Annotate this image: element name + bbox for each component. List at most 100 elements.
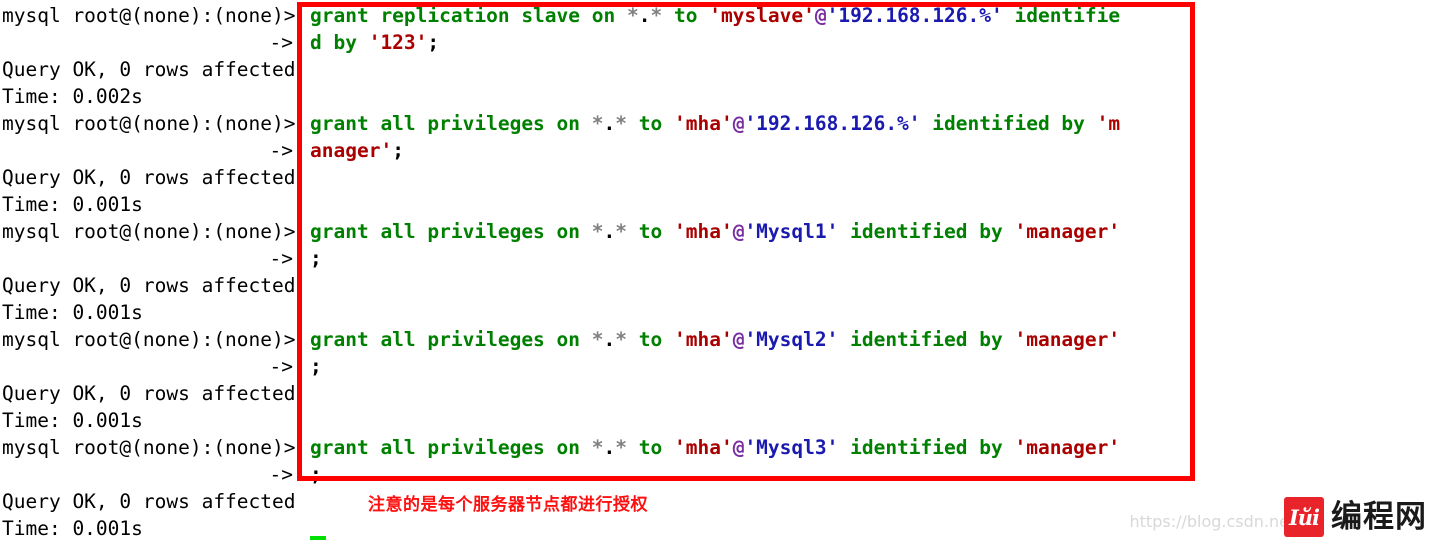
sql-token: 'm bbox=[1096, 112, 1121, 135]
sql-command-grant-all-mha-mysql1[interactable]: grant all privileges on *.* to 'mha'@'My… bbox=[310, 218, 1120, 245]
sql-command-grant-all-mha-mysql2[interactable]: grant all privileges on *.* to 'mha'@'My… bbox=[310, 326, 1120, 353]
terminal-cursor bbox=[310, 536, 326, 540]
sql-token: identified by bbox=[838, 328, 1015, 351]
continuation-prompt: -> bbox=[269, 355, 293, 378]
mysql-prompt: mysql root@(none):(none)> bbox=[2, 4, 296, 27]
sql-command-grant-replication-slave[interactable]: d by '123'; bbox=[310, 29, 439, 56]
sql-token: . bbox=[638, 4, 651, 27]
terminal-output: Time: 0.001s bbox=[2, 517, 143, 540]
terminal-output: Time: 0.001s bbox=[2, 409, 143, 432]
sql-token: . bbox=[603, 328, 616, 351]
terminal-line: Time: 0.001s bbox=[0, 299, 1437, 326]
sql-token: 'myslave' bbox=[709, 4, 815, 27]
terminal-line: Query OK, 0 rows affected bbox=[0, 380, 1437, 407]
sql-command-grant-all-mha-mysql1[interactable]: ; bbox=[310, 245, 322, 272]
sql-token: to bbox=[627, 328, 674, 351]
sql-token: 'Mysql1' bbox=[744, 220, 839, 243]
continuation-prompt: -> bbox=[269, 247, 293, 270]
sql-token: ; bbox=[427, 31, 440, 54]
sql-token: to bbox=[662, 4, 710, 27]
sql-command-grant-all-mha-mysql2[interactable]: ; bbox=[310, 353, 322, 380]
terminal-line: Time: 0.001s bbox=[0, 407, 1437, 434]
sql-token: to bbox=[627, 436, 674, 459]
sql-token: * bbox=[615, 112, 628, 135]
sql-token: grant replication slave on bbox=[310, 4, 627, 27]
sql-token: 'manager' bbox=[1014, 328, 1121, 351]
sql-token: * bbox=[615, 328, 628, 351]
annotation-note: 注意的是每个服务器节点都进行授权 bbox=[368, 495, 648, 515]
terminal-line: -> d by '123'; bbox=[0, 29, 1437, 56]
terminal-window: mysql root@(none):(none)> grant replicati… bbox=[0, 0, 1437, 545]
sql-token: 'manager' bbox=[1014, 436, 1121, 459]
sql-token: 'mha' bbox=[673, 436, 733, 459]
terminal-output: Query OK, 0 rows affected bbox=[2, 274, 296, 297]
sql-token: . bbox=[603, 112, 616, 135]
sql-token: to bbox=[627, 220, 674, 243]
sql-token: grant all privileges on bbox=[310, 112, 592, 135]
sql-token: identifie bbox=[1002, 4, 1121, 27]
sql-token: anager' bbox=[310, 139, 393, 162]
sql-token: ; bbox=[310, 355, 322, 378]
terminal-line: Time: 0.001s bbox=[0, 191, 1437, 218]
mysql-prompt: mysql root@(none):(none)> bbox=[2, 220, 296, 243]
sql-command-grant-all-mha-mysql3[interactable]: grant all privileges on *.* to 'mha'@'My… bbox=[310, 434, 1120, 461]
terminal-line: mysql root@(none):(none)> grant all privi… bbox=[0, 218, 1437, 245]
terminal-line: Query OK, 0 rows affected bbox=[0, 272, 1437, 299]
continuation-prompt: -> bbox=[269, 31, 293, 54]
sql-token: identified by bbox=[838, 436, 1015, 459]
sql-command-grant-all-mha-subnet[interactable]: anager'; bbox=[310, 137, 404, 164]
sql-token: * bbox=[591, 112, 604, 135]
sql-command-grant-all-mha-mysql3[interactable]: ; bbox=[310, 461, 322, 488]
sql-token: ; bbox=[310, 247, 322, 270]
sql-token: 'Mysql2' bbox=[744, 328, 839, 351]
sql-token: * bbox=[626, 4, 639, 27]
sql-token: 'Mysql3' bbox=[744, 436, 839, 459]
terminal-line: mysql root@(none):(none)> grant all privi… bbox=[0, 326, 1437, 353]
sql-command-grant-replication-slave[interactable]: grant replication slave on *.* to 'mysla… bbox=[310, 2, 1120, 29]
sql-token: @ bbox=[732, 220, 745, 243]
brand-logo-icon: Iйi bbox=[1284, 497, 1324, 537]
sql-token: 'mha' bbox=[673, 328, 733, 351]
terminal-line: Query OK, 0 rows affected bbox=[0, 56, 1437, 83]
sql-token: @ bbox=[814, 4, 827, 27]
terminal-line: Time: 0.002s bbox=[0, 83, 1437, 110]
mysql-prompt: mysql root@(none):(none)> bbox=[2, 328, 296, 351]
sql-token: . bbox=[603, 220, 616, 243]
mysql-prompt: mysql root@(none):(none)> bbox=[2, 436, 296, 459]
terminal-output: Query OK, 0 rows affected bbox=[2, 166, 296, 189]
terminal-line: ->; bbox=[0, 245, 1437, 272]
sql-token: * bbox=[615, 436, 628, 459]
mysql-prompt: mysql root@(none):(none)> bbox=[2, 112, 296, 135]
sql-command-grant-all-mha-subnet[interactable]: grant all privileges on *.* to 'mha'@'19… bbox=[310, 110, 1120, 137]
terminal-line: ->; bbox=[0, 353, 1437, 380]
sql-token: '123' bbox=[368, 31, 428, 54]
sql-token: 'mha' bbox=[673, 220, 733, 243]
terminal-line: -> anager'; bbox=[0, 137, 1437, 164]
continuation-prompt: -> bbox=[269, 463, 293, 486]
brand-logo-glyph: Iйi bbox=[1288, 504, 1320, 530]
sql-token: * bbox=[615, 220, 628, 243]
sql-token: 'manager' bbox=[1014, 220, 1121, 243]
sql-token: grant all privileges on bbox=[310, 220, 592, 243]
terminal-output: Query OK, 0 rows affected bbox=[2, 490, 296, 513]
sql-token: to bbox=[627, 112, 674, 135]
sql-token: ; bbox=[392, 139, 404, 162]
terminal-line: mysql root@(none):(none)> grant all privi… bbox=[0, 110, 1437, 137]
sql-token: '192.168.126.%' bbox=[744, 112, 921, 135]
watermark: Iйi 编程网 bbox=[1284, 495, 1427, 539]
sql-token: @ bbox=[732, 436, 745, 459]
sql-token: . bbox=[603, 436, 616, 459]
sql-token: identified by bbox=[838, 220, 1015, 243]
terminal-line: ->; bbox=[0, 461, 1437, 488]
terminal-output: Time: 0.001s bbox=[2, 301, 143, 324]
brand-name: 编程网 bbox=[1331, 498, 1427, 535]
terminal-output: Time: 0.001s bbox=[2, 193, 143, 216]
sql-token: grant all privileges on bbox=[310, 436, 592, 459]
terminal-line: Query OK, 0 rows affected bbox=[0, 488, 1437, 515]
terminal-output: Query OK, 0 rows affected bbox=[2, 58, 296, 81]
sql-token: @ bbox=[732, 328, 745, 351]
sql-token: 'mha' bbox=[673, 112, 733, 135]
terminal-line: mysql root@(none):(none)> grant replicati… bbox=[0, 2, 1437, 29]
sql-token: '192.168.126.%' bbox=[826, 4, 1003, 27]
sql-token: @ bbox=[732, 112, 745, 135]
